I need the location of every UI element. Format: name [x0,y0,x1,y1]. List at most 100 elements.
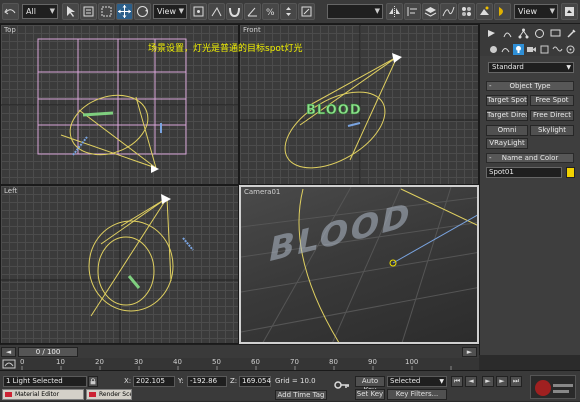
systems-category-icon[interactable] [565,44,576,55]
render-scene-icon[interactable] [476,3,493,20]
spinner-snap-icon[interactable] [280,3,297,20]
align-icon[interactable] [404,3,421,20]
track-tick-label: 50 [212,358,221,366]
lock-selection-icon[interactable] [88,376,98,387]
shapes-category-icon[interactable] [500,44,511,55]
play-icon[interactable]: ► [482,376,494,387]
y-coordinate-label: Y: [178,377,184,385]
brand-logo [530,375,576,399]
time-slider-bar: ◄ 0 / 100 ► [0,344,479,358]
utilities-tab-icon[interactable] [566,28,577,39]
name-and-color-rollout-header[interactable]: - Name and Color [486,153,574,163]
grid-size-readout: Grid = 10.0 [275,377,316,385]
svg-text:%: % [266,8,275,18]
render-production-icon[interactable] [561,3,578,20]
object-name-field[interactable]: Spot01 [486,167,562,178]
percent-snap-icon[interactable]: % [262,3,279,20]
omni-button[interactable]: Omni [486,125,528,136]
lights-category-icon[interactable] [513,44,524,55]
object-category-dropdown[interactable]: Standard ▼ [488,62,574,73]
blood-text-object[interactable]: BLOOD [306,103,362,119]
reference-coordinate-dropdown[interactable]: View ▼ [153,4,187,19]
select-rotate-icon[interactable] [134,3,151,20]
auto-key-mode-dropdown[interactable]: Selected ▼ [387,376,447,387]
angle-snap-icon[interactable] [244,3,261,20]
cameras-category-icon[interactable] [526,44,537,55]
display-tab-icon[interactable] [550,28,561,39]
track-bar[interactable]: 0 10 20 30 40 50 60 70 80 90 100 [0,358,479,370]
key-filters-button[interactable]: Key Filters... [387,389,447,400]
taskbar-render-scene[interactable]: Render Scene [86,389,132,400]
modify-tab-icon[interactable] [502,28,513,39]
curve-editor-icon[interactable] [440,3,457,20]
add-time-tag-button[interactable]: Add Time Tag [275,390,327,400]
track-tick-label: 30 [134,358,143,366]
goto-start-icon[interactable]: ⏮ [451,376,463,387]
select-object-icon[interactable] [62,3,79,20]
goto-end-icon[interactable]: ⏭ [510,376,522,387]
layer-manager-icon[interactable] [422,3,439,20]
named-selection-sets-dropdown[interactable]: ▼ [327,4,383,19]
viewport-label[interactable]: Camera01 [244,188,280,196]
x-coordinate-label: X: [124,377,132,385]
create-tab-icon[interactable] [486,28,497,39]
set-key-button[interactable]: Set Key [355,389,385,400]
material-editor-icon[interactable] [458,3,475,20]
selection-filter-dropdown[interactable]: All ▼ [22,4,58,19]
auto-key-button[interactable]: Auto Key [355,376,385,394]
target-direct-button[interactable]: Target Direct [486,110,528,121]
time-slider-thumb[interactable]: 0 / 100 [18,347,78,357]
track-tick-label: 0 [20,358,25,366]
motion-tab-icon[interactable] [534,28,545,39]
free-spot-button[interactable]: Free Spot [530,95,574,106]
pivot-center-icon[interactable] [190,3,207,20]
track-tick-label: 70 [290,358,299,366]
command-panel: Standard ▼ - Object Type Target Spot Free… [479,24,580,355]
target-spot-button[interactable]: Target Spot [486,95,528,106]
object-type-rollout-header[interactable]: - Object Type [486,81,574,91]
region-select-icon[interactable] [98,3,115,20]
reference-coordinate-value: View [157,7,176,16]
hierarchy-tab-icon[interactable] [518,28,529,39]
render-view-value: View [518,7,537,16]
free-direct-button[interactable]: Free Direct [530,110,574,121]
viewport-camera[interactable]: BLOOD Camera01 [239,185,479,344]
z-coordinate-label: Z: [230,377,238,385]
y-coordinate-field[interactable]: -192.86 [187,376,227,387]
quick-render-icon[interactable] [494,3,511,20]
track-tick-label: 40 [173,358,182,366]
undo-icon[interactable] [2,3,19,20]
edit-named-selections-icon[interactable] [298,3,315,20]
select-move-icon[interactable] [116,3,133,20]
auto-key-mode-value: Selected [390,377,421,385]
snap-toggle-icon[interactable] [226,3,243,20]
left-scene-drawing [1,186,238,343]
time-slider-next-icon[interactable]: ► [462,347,477,357]
render-view-dropdown[interactable]: View ▼ [514,4,558,19]
taskbar-material-editor[interactable]: Material Editor [2,389,84,400]
object-color-swatch[interactable] [566,167,575,178]
key-icon[interactable] [334,379,350,391]
scene-annotation-text: 场景设置，灯光是普通的目标spot灯光 [148,44,303,54]
space-warps-category-icon[interactable] [552,44,563,55]
prev-frame-icon[interactable]: ◄ [465,376,477,387]
vraylight-button[interactable]: VRayLight [486,138,528,149]
helpers-category-icon[interactable] [539,44,550,55]
command-panel-tabs [480,24,580,56]
z-coordinate-field[interactable]: 169.054 [239,376,271,387]
skylight-button[interactable]: Skylight [530,125,574,136]
track-tick-label: 20 [95,358,104,366]
geometry-category-icon[interactable] [488,44,499,55]
mirror-icon[interactable] [386,3,403,20]
selection-filter-value: All [26,7,36,16]
select-manipulate-icon[interactable] [208,3,225,20]
next-frame-icon[interactable]: ► [496,376,508,387]
select-by-name-icon[interactable] [80,3,97,20]
selection-status: 1 Light Selected [3,376,87,387]
track-tick-label: 80 [329,358,338,366]
track-tick-label: 60 [251,358,260,366]
time-slider-prev-icon[interactable]: ◄ [1,347,16,357]
x-coordinate-field[interactable]: 202.105 [133,376,175,387]
name-and-color-header-label: Name and Color [501,154,559,162]
viewport-left[interactable]: Left [0,185,239,344]
